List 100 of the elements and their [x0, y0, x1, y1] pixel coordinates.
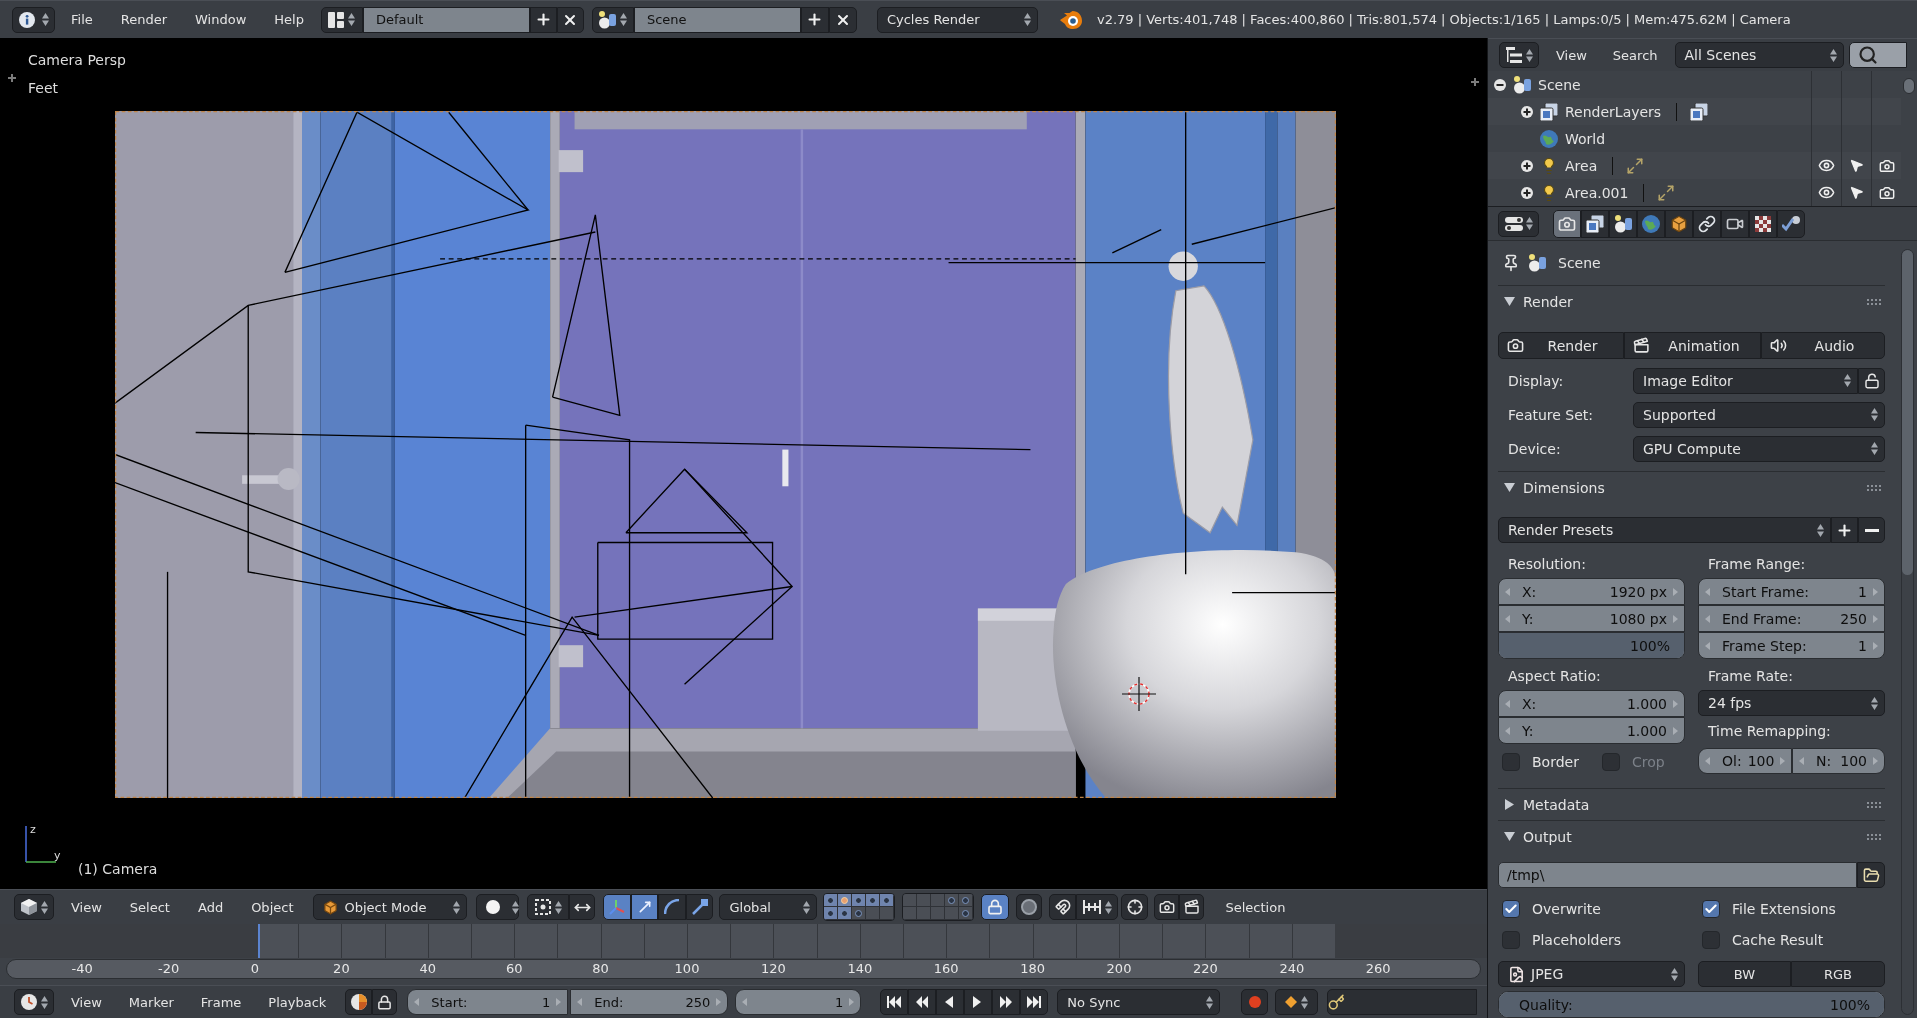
pivot-dropdown[interactable]	[527, 894, 570, 920]
color-mode-button[interactable]: RGB	[1791, 961, 1885, 987]
screen-layout-field[interactable]: Default	[362, 6, 530, 33]
close-button[interactable]	[828, 6, 857, 33]
lock-toggle[interactable]	[981, 894, 1010, 920]
editor-type-button[interactable]	[12, 6, 55, 33]
proportional-edit-toggle[interactable]	[1016, 894, 1043, 920]
add-button[interactable]	[529, 6, 557, 33]
layer-button[interactable]	[838, 907, 853, 920]
playback-button[interactable]	[908, 989, 937, 1015]
mode-dropdown[interactable]: Object Mode	[313, 894, 468, 920]
panel-header[interactable]: Render	[1498, 285, 1885, 317]
expand-icon[interactable]	[1521, 105, 1533, 118]
properties-tab[interactable]	[1609, 209, 1637, 238]
setting-dropdown[interactable]: GPU Compute	[1633, 435, 1885, 462]
properties-tab[interactable]	[1637, 209, 1665, 238]
render-engine-dropdown[interactable]: Cycles Render	[876, 6, 1038, 33]
snap-target-button[interactable]	[1121, 894, 1149, 920]
number-field[interactable]: Start: 1	[407, 989, 569, 1015]
properties-tab[interactable]	[1693, 209, 1721, 238]
tree-item-label[interactable]: World	[1565, 130, 1606, 147]
menu-item[interactable]: Add	[197, 899, 224, 915]
color-mode-button[interactable]: BW	[1698, 961, 1791, 987]
number-field[interactable]: Y: 1080 px	[1498, 605, 1685, 632]
browse-button[interactable]	[1857, 862, 1885, 888]
expand-icon[interactable]	[1521, 186, 1533, 199]
manipulator-button[interactable]	[631, 894, 659, 920]
menu-item[interactable]: Object	[251, 899, 294, 915]
camera-icon[interactable]	[1878, 184, 1895, 201]
layer-button[interactable]	[959, 894, 974, 907]
render-still-button[interactable]	[1154, 894, 1180, 920]
tree-item-label[interactable]: Area.001	[1565, 184, 1629, 201]
setting-dropdown[interactable]: Image Editor	[1633, 367, 1858, 394]
lock-button[interactable]	[1858, 367, 1885, 394]
number-field[interactable]: Ol: 100	[1698, 748, 1792, 774]
number-field[interactable]: N: 100	[1792, 748, 1885, 774]
output-path-field[interactable]: /tmp\	[1498, 862, 1857, 888]
layer-button[interactable]	[880, 894, 895, 907]
menu-item[interactable]: File	[71, 12, 93, 27]
pointer-icon[interactable]	[1849, 185, 1864, 200]
camera-icon[interactable]	[1878, 157, 1895, 174]
frame-rate-dropdown[interactable]: 24 fps	[1698, 690, 1885, 716]
shading-dropdown[interactable]	[476, 894, 520, 920]
action-button[interactable]: Render	[1498, 332, 1624, 359]
manipulator-button[interactable]	[603, 894, 631, 920]
editor-type-button[interactable]	[14, 894, 54, 920]
menu-item[interactable]: View	[71, 994, 102, 1010]
pin-icon[interactable]	[1502, 254, 1520, 272]
menu-item[interactable]: Select	[129, 899, 170, 915]
scrollbar-thumb[interactable]	[1902, 250, 1913, 575]
playback-button[interactable]	[964, 989, 993, 1015]
number-field[interactable]: 1	[735, 989, 862, 1015]
lock-button[interactable]	[372, 989, 398, 1015]
timeline-scrollbar[interactable]: -40 -20 0 20 40 60 80 100 120 140 160 180 200 220 240 260	[6, 959, 1481, 979]
filter-dropdown[interactable]: All Scenes	[1674, 42, 1844, 68]
pointer-icon[interactable]	[1849, 158, 1864, 173]
panel-header[interactable]: Metadata	[1498, 788, 1885, 820]
number-field[interactable]: Frame Step: 1	[1698, 632, 1885, 659]
setting-dropdown[interactable]: Supported	[1633, 401, 1885, 428]
tree-item-label[interactable]: RenderLayers	[1565, 103, 1662, 120]
layer-button[interactable]	[945, 894, 960, 907]
checkbox[interactable]	[1502, 753, 1520, 771]
layer-button[interactable]	[959, 907, 974, 920]
menu-item[interactable]: View	[1556, 47, 1587, 63]
auto-keying-button[interactable]	[1241, 989, 1269, 1015]
properties-tab[interactable]	[1665, 209, 1693, 238]
scrollbar-thumb[interactable]	[1903, 78, 1915, 94]
search-button[interactable]	[1848, 42, 1907, 68]
playback-button[interactable]	[936, 989, 965, 1015]
presets-dropdown[interactable]: Render Presets	[1498, 517, 1831, 543]
menu-item[interactable]: Marker	[128, 994, 174, 1010]
menu-item[interactable]: Window	[195, 12, 247, 27]
menu-item[interactable]: Render	[120, 12, 168, 27]
orientation-dropdown[interactable]: Global	[719, 894, 818, 920]
properties-tab[interactable]	[1581, 209, 1609, 238]
properties-tab[interactable]	[1777, 209, 1805, 238]
manipulator-toggle[interactable]	[569, 894, 596, 920]
render-animation-button[interactable]	[1179, 894, 1205, 920]
layer-button[interactable]	[824, 894, 839, 907]
scene-field[interactable]: Scene	[633, 6, 801, 33]
tree-item-label[interactable]: Area	[1565, 157, 1598, 174]
layer-button[interactable]	[852, 907, 867, 920]
collapse-icon[interactable]	[1494, 78, 1506, 91]
keying-set-field[interactable]	[1327, 989, 1478, 1015]
number-field[interactable]: Y: 1.000	[1498, 717, 1685, 744]
checkbox[interactable]	[1502, 900, 1520, 918]
keyframes-only-toggle[interactable]	[345, 989, 373, 1015]
manipulator-button[interactable]	[686, 894, 714, 920]
expand-icon[interactable]	[1521, 159, 1533, 172]
scene-selector-button[interactable]	[591, 6, 634, 33]
playback-button[interactable]	[880, 989, 909, 1015]
properties-tab[interactable]	[1749, 209, 1777, 238]
close-button[interactable]	[556, 6, 584, 33]
layer-button[interactable]	[838, 894, 853, 907]
layer-button[interactable]	[824, 907, 839, 920]
keying-dropdown[interactable]	[1275, 989, 1319, 1015]
playback-button[interactable]	[992, 989, 1021, 1015]
properties-tab[interactable]	[1553, 209, 1581, 238]
layer-button[interactable]	[852, 894, 867, 907]
properties-tab[interactable]	[1721, 209, 1749, 238]
